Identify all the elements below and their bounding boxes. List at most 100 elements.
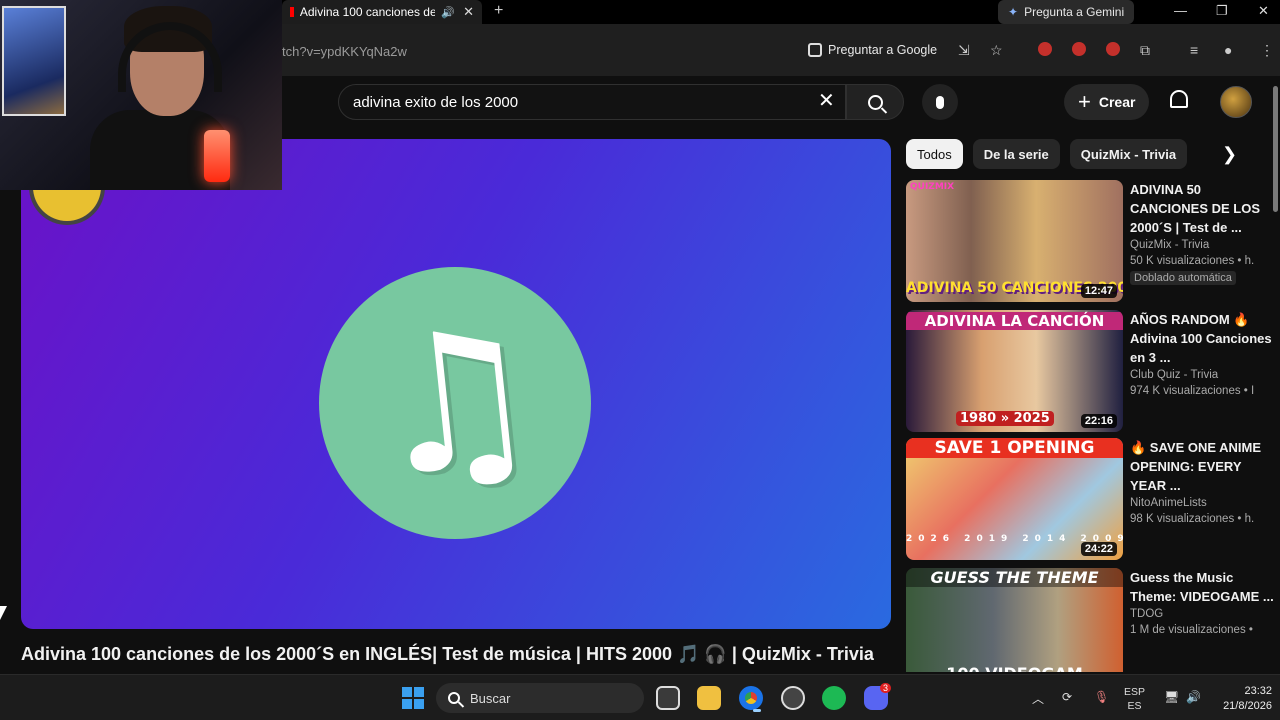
video-info: ADIVINA 50 CANCIONES DE LOS 2000´S | Tes… [1130, 180, 1274, 286]
channel-name[interactable]: NitoAnimeLists [1130, 497, 1274, 509]
chrome-icon[interactable] [739, 686, 763, 712]
obs-icon[interactable] [781, 686, 805, 710]
webcam-overlay [0, 0, 282, 190]
thumbnail-text-top: GUESS THE THEME [906, 568, 1123, 587]
profile-icon[interactable]: ● [1224, 42, 1232, 58]
language-code: ESP [1124, 686, 1146, 698]
list-item[interactable]: QUIZMIX ADIVINA 50 CANCIONES 2000 12:47 … [906, 180, 1276, 302]
restore-icon[interactable]: ❐ [1216, 3, 1228, 19]
browser-menu-icon[interactable]: ⋮ [1260, 42, 1274, 59]
gemini-button[interactable]: ✦ Pregunta a Gemini [998, 0, 1135, 24]
chip-series[interactable]: De la serie [972, 139, 1060, 169]
extensions-puzzle-icon[interactable]: ⧉ [1140, 42, 1150, 59]
video-thumbnail[interactable]: GUESS THE THEME 100 VIDEOGAM [906, 568, 1123, 672]
url-field[interactable]: tch?v=ypdKKYqNa2w [282, 44, 407, 59]
channel-name[interactable]: QuizMix - Trivia [1130, 239, 1274, 251]
sync-icon[interactable]: ⟳ [1062, 690, 1072, 704]
video-duration: 24:22 [1080, 542, 1117, 556]
youtube-favicon-icon [290, 7, 294, 17]
chip-all[interactable]: Todos [906, 139, 963, 169]
video-thumbnail[interactable]: QUIZMIX ADIVINA 50 CANCIONES 2000 12:47 [906, 180, 1123, 302]
video-title: Adivina 100 canciones de los 2000´S en I… [21, 644, 874, 664]
video-duration: 22:16 [1080, 414, 1117, 428]
video-player[interactable]: ♫ [21, 139, 891, 629]
task-view-icon[interactable] [656, 686, 680, 710]
red-lamp [204, 130, 230, 182]
ask-google-label: Preguntar a Google [828, 43, 938, 57]
video-title[interactable]: Guess the Music Theme: VIDEOGAME ... [1130, 568, 1274, 606]
minimize-icon[interactable]: — [1174, 3, 1187, 18]
screen: Adivina 100 canciones de lo 🔊 ✕ + ✦ Preg… [0, 0, 1280, 720]
mouse-cursor-icon [0, 606, 7, 620]
taskbar-search[interactable]: Buscar [436, 683, 644, 713]
network-icon[interactable]: 🖥 [1164, 690, 1179, 704]
voice-search-button[interactable] [922, 84, 958, 120]
microphone-icon [936, 95, 944, 109]
create-label: Crear [1098, 94, 1136, 110]
video-thumbnail[interactable]: SAVE 1 OPENING 2026 2019 2014 2009 2004 … [906, 438, 1123, 560]
filter-chips: Todos De la serie QuizMix - Trivia [906, 139, 1188, 169]
video-info: Guess the Music Theme: VIDEOGAME ... TDO… [1130, 568, 1274, 636]
tab-title: Adivina 100 canciones de lo [299, 5, 436, 19]
new-tab-button[interactable]: + [494, 2, 503, 20]
gemini-star-icon: ✦ [1008, 5, 1019, 19]
clock-time: 23:32 [1244, 685, 1272, 697]
video-info: 🔥 SAVE ONE ANIME OPENING: EVERY YEAR ...… [1130, 438, 1274, 525]
window-close-icon[interactable]: ✕ [1258, 3, 1269, 19]
notifications-bell-icon[interactable] [1170, 90, 1188, 108]
avatar[interactable] [1220, 86, 1252, 118]
search-icon [867, 94, 883, 110]
list-item[interactable]: SAVE 1 OPENING 2026 2019 2014 2009 2004 … [906, 438, 1276, 560]
video-stats: 974 K visualizaciones • I [1130, 385, 1255, 397]
tab-audio-icon[interactable]: 🔊 [441, 6, 455, 19]
video-stats: 98 K visualizaciones • h. [1130, 513, 1255, 525]
thumbnail-text-bottom: 100 VIDEOGAM [906, 664, 1123, 672]
browser-tab-active[interactable]: Adivina 100 canciones de lo 🔊 ✕ [282, 0, 482, 24]
volume-icon[interactable]: 🔊 [1186, 690, 1201, 704]
channel-name[interactable]: TDOG [1130, 608, 1274, 620]
page-scrollbar[interactable] [1273, 86, 1278, 212]
search-input[interactable]: adivina exito de los 2000 [338, 84, 846, 120]
music-disc: ♫ [319, 267, 591, 539]
ask-google-button[interactable]: Preguntar a Google [808, 38, 937, 62]
taskbar-search-label: Buscar [470, 690, 511, 706]
bookmark-star-icon[interactable]: ☆ [990, 42, 1003, 59]
language-indicator[interactable]: ESP ES [1124, 685, 1145, 713]
video-title[interactable]: ADIVINA 50 CANCIONES DE LOS 2000´S | Tes… [1130, 180, 1274, 237]
thumbnail-text-bottom: 1980 » 2025 [956, 411, 1054, 426]
chip-quizmix[interactable]: QuizMix - Trivia [1069, 139, 1188, 169]
extension-2-icon[interactable] [1072, 42, 1086, 56]
microphone-tray-icon[interactable]: 🎙 [1094, 690, 1109, 704]
channel-name[interactable]: Club Quiz - Trivia [1130, 369, 1274, 381]
music-note-icon: ♫ [358, 283, 552, 522]
list-item[interactable]: ADIVINA LA CANCIÓN 1980 » 2025 22:16 AÑO… [906, 310, 1276, 432]
video-thumbnail[interactable]: ADIVINA LA CANCIÓN 1980 » 2025 22:16 [906, 310, 1123, 432]
thumbnail-text-top: SAVE 1 OPENING [906, 438, 1123, 458]
tab-close-icon[interactable]: ✕ [463, 4, 474, 20]
video-stats: 50 K visualizaciones • h. [1130, 255, 1255, 267]
extension-3-icon[interactable] [1106, 42, 1120, 56]
system-clock[interactable]: 23:32 21/8/2026 [1210, 684, 1272, 714]
windows-taskbar: Buscar 3 ︿ ⟳ 🎙 ESP ES 🖥 🔊 23:32 21/8/202… [0, 674, 1280, 720]
windows-start-icon[interactable] [402, 687, 424, 709]
video-title[interactable]: 🔥 SAVE ONE ANIME OPENING: EVERY YEAR ... [1130, 438, 1274, 495]
google-lens-icon [808, 43, 822, 57]
tray-chevron-up-icon[interactable]: ︿ [1032, 690, 1044, 707]
video-info: AÑOS RANDOM 🔥 Adivina 100 Canciones en 3… [1130, 310, 1274, 397]
media-control-icon[interactable]: ≡ [1190, 42, 1198, 58]
clear-search-icon[interactable]: ✕ [818, 88, 835, 113]
thumbnail-text-top: QUIZMIX [910, 182, 955, 192]
search-query-text: adivina exito de los 2000 [353, 93, 519, 111]
video-title[interactable]: AÑOS RANDOM 🔥 Adivina 100 Canciones en 3… [1130, 310, 1274, 367]
chevron-right-icon[interactable]: ❯ [1222, 144, 1237, 165]
create-button[interactable]: + Crear [1064, 84, 1150, 120]
dubbed-badge: Doblado automática [1130, 271, 1236, 285]
spotify-icon[interactable] [822, 686, 846, 710]
extension-1-icon[interactable] [1038, 42, 1052, 56]
search-icon [448, 692, 460, 704]
search-button[interactable] [846, 84, 904, 120]
file-explorer-icon[interactable] [697, 686, 721, 710]
install-app-icon[interactable]: ⇲ [958, 42, 970, 59]
list-item[interactable]: GUESS THE THEME 100 VIDEOGAM Guess the M… [906, 568, 1276, 672]
youtube-header: adivina exito de los 2000 ✕ + Crear [282, 76, 1280, 132]
